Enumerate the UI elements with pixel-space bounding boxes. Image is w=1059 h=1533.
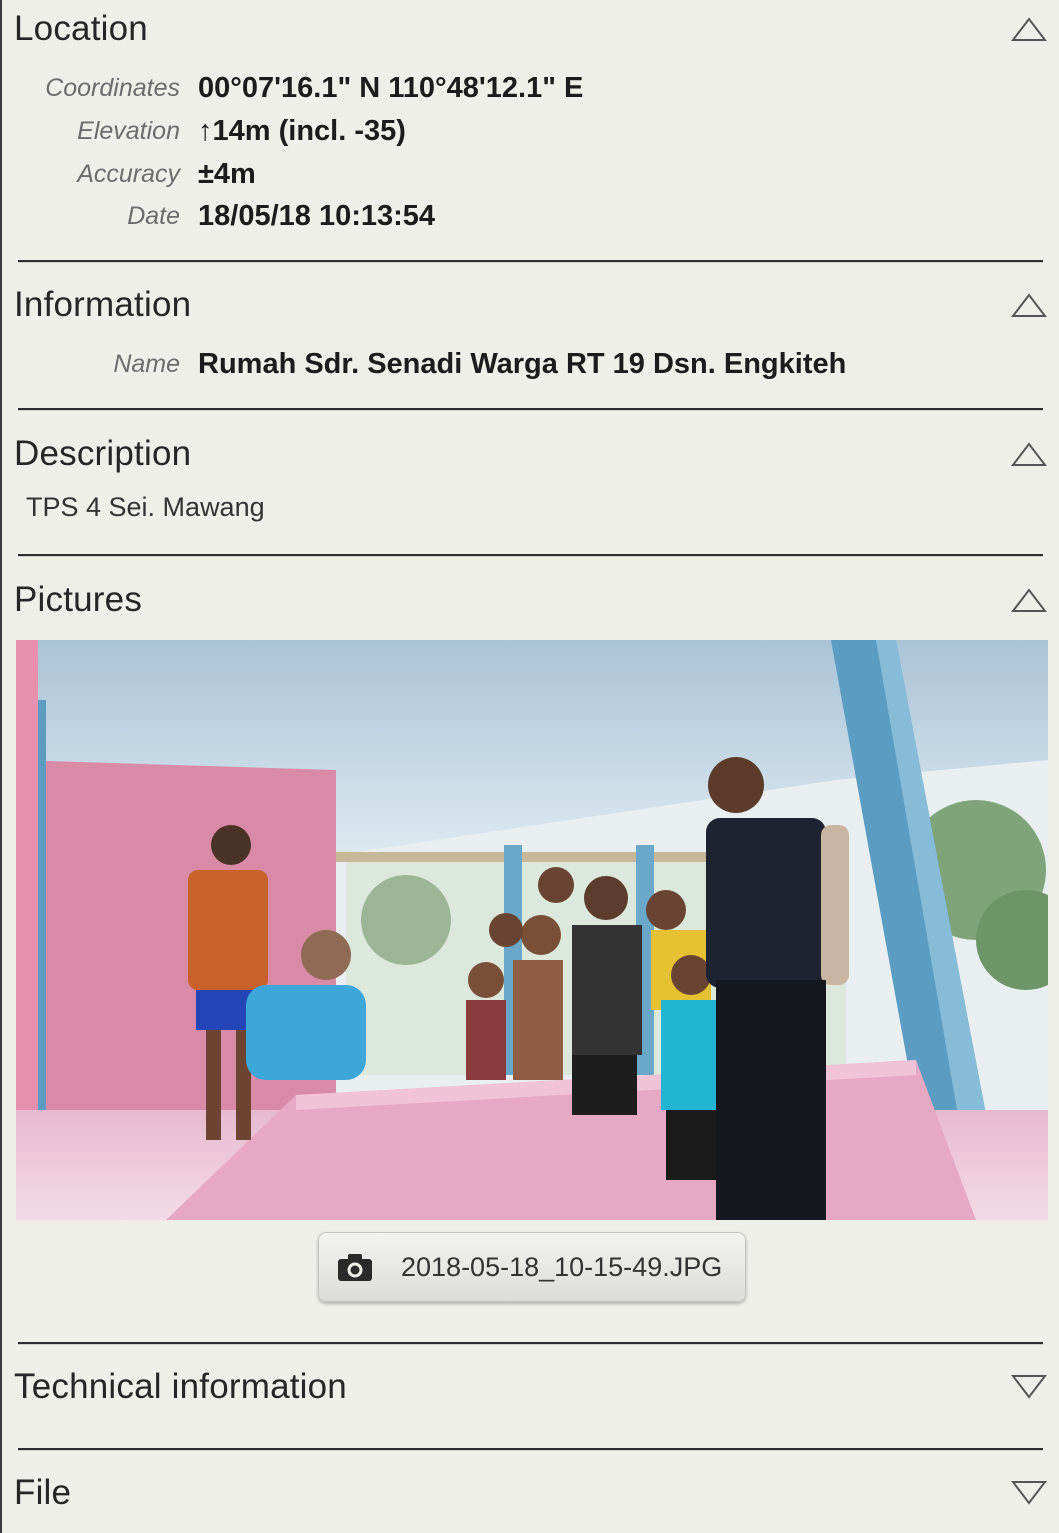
- divider: [18, 1342, 1043, 1344]
- chevron-up-icon[interactable]: [1009, 12, 1049, 46]
- chevron-down-icon[interactable]: [1009, 1476, 1049, 1510]
- coordinates-value: 00°07'16.1" N 110°48'12.1" E: [198, 71, 584, 104]
- description-title: Description: [14, 434, 192, 473]
- chevron-up-icon[interactable]: [1009, 583, 1049, 617]
- location-header[interactable]: Location: [14, 4, 1049, 54]
- pictures-header[interactable]: Pictures: [14, 575, 1049, 625]
- divider: [18, 1448, 1043, 1450]
- accuracy-row: Accuracy ±4m: [2, 154, 256, 194]
- accuracy-value: ±4m: [198, 157, 256, 190]
- picture-file-name: 2018-05-18_10-15-49.JPG: [401, 1251, 723, 1282]
- description-text: TPS 4 Sei. Mawang: [26, 492, 265, 522]
- name-row: Name Rumah Sdr. Senadi Warga RT 19 Dsn. …: [2, 344, 846, 384]
- date-label: Date: [127, 201, 180, 230]
- pictures-title: Pictures: [14, 580, 143, 619]
- elevation-label: Elevation: [77, 116, 180, 145]
- name-label: Name: [113, 349, 180, 378]
- information-title: Information: [14, 285, 192, 324]
- chevron-down-icon[interactable]: [1009, 1370, 1049, 1404]
- accuracy-label: Accuracy: [77, 159, 180, 188]
- divider: [18, 260, 1043, 262]
- picture-thumbnail[interactable]: [16, 640, 1048, 1220]
- chevron-up-icon[interactable]: [1009, 437, 1049, 471]
- divider: [18, 408, 1043, 410]
- date-row: Date 18/05/18 10:13:54: [2, 196, 435, 236]
- date-value: 18/05/18 10:13:54: [198, 199, 436, 232]
- elevation-row: Elevation ↑14m (incl. -35): [2, 111, 406, 151]
- divider: [18, 554, 1043, 556]
- coordinates-row: Coordinates 00°07'16.1" N 110°48'12.1" E: [2, 68, 583, 108]
- information-header[interactable]: Information: [14, 280, 1049, 330]
- file-header[interactable]: File: [14, 1468, 1049, 1518]
- technical-information-header[interactable]: Technical information: [14, 1362, 1049, 1412]
- file-title: File: [14, 1473, 72, 1512]
- description-header[interactable]: Description: [14, 429, 1049, 479]
- picture-file-button[interactable]: 2018-05-18_10-15-49.JPG: [318, 1232, 746, 1302]
- name-value: Rumah Sdr. Senadi Warga RT 19 Dsn. Engki…: [198, 347, 847, 380]
- location-title: Location: [14, 9, 148, 48]
- coordinates-label: Coordinates: [45, 73, 180, 102]
- technical-information-title: Technical information: [14, 1367, 347, 1406]
- camera-icon: [335, 1247, 375, 1287]
- chevron-up-icon[interactable]: [1009, 288, 1049, 322]
- elevation-value: ↑14m (incl. -35): [198, 114, 406, 147]
